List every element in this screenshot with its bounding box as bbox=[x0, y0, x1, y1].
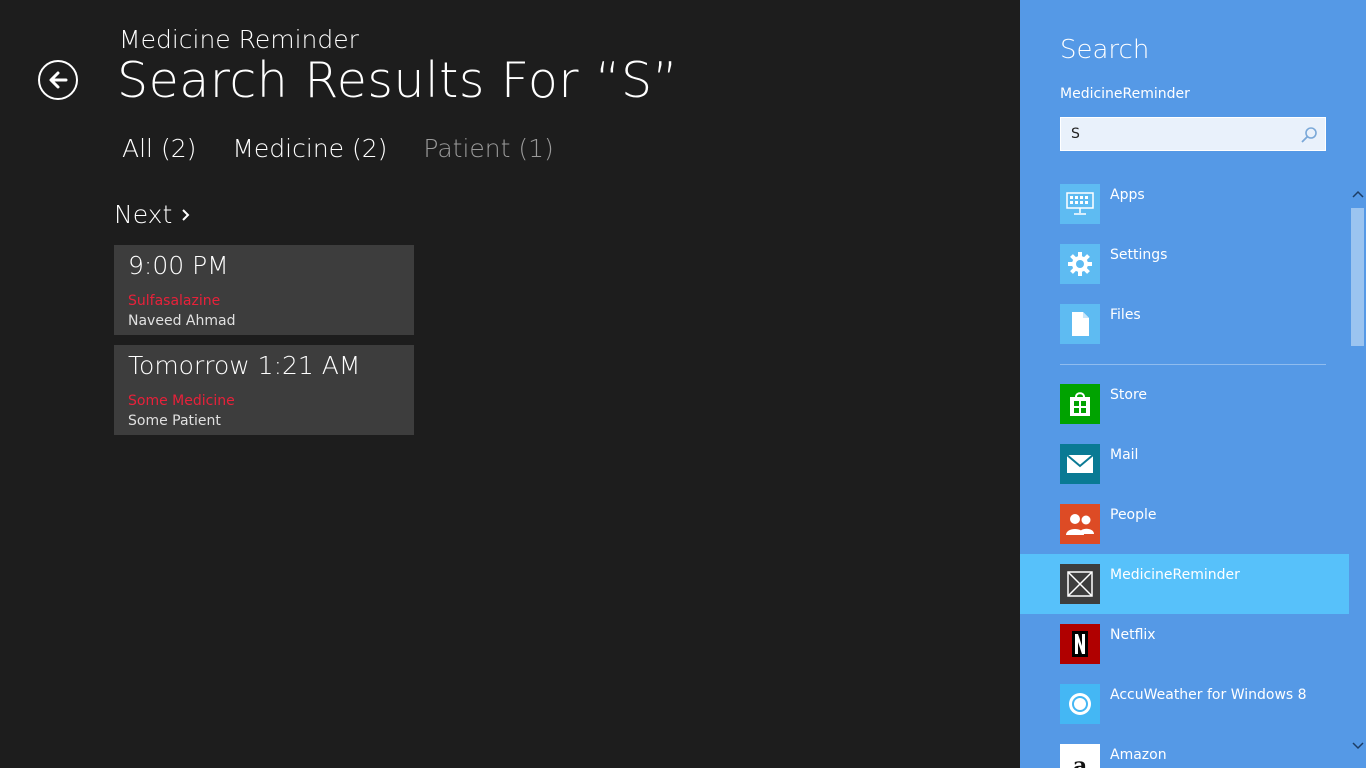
search-icon[interactable] bbox=[1299, 125, 1319, 145]
app-placeholder-icon bbox=[1060, 564, 1100, 604]
search-source-label: AccuWeather for Windows 8 bbox=[1110, 687, 1307, 703]
weather-icon bbox=[1060, 684, 1100, 724]
scroll-down-arrow-icon[interactable] bbox=[1349, 736, 1366, 756]
back-button[interactable] bbox=[38, 60, 78, 100]
search-input[interactable] bbox=[1071, 126, 1291, 142]
search-source-label: Amazon bbox=[1110, 747, 1167, 763]
search-source-amazon[interactable]: a Amazon bbox=[1020, 734, 1350, 768]
search-results-page: Medicine Reminder Search Results For “S”… bbox=[0, 0, 1020, 768]
search-source-label: Mail bbox=[1110, 447, 1139, 463]
search-source-label: Netflix bbox=[1110, 627, 1156, 643]
people-icon bbox=[1060, 504, 1100, 544]
search-source-netflix[interactable]: Netflix bbox=[1020, 614, 1350, 674]
search-source-files[interactable]: Files bbox=[1020, 294, 1350, 354]
scroll-thumb[interactable] bbox=[1351, 208, 1364, 346]
result-medicine: Some Medicine bbox=[128, 393, 235, 409]
search-source-label: MedicineReminder bbox=[1110, 567, 1240, 583]
search-source-mail[interactable]: Mail bbox=[1020, 434, 1350, 494]
search-source-people[interactable]: People bbox=[1020, 494, 1350, 554]
store-icon bbox=[1060, 384, 1100, 424]
search-scope[interactable]: MedicineReminder bbox=[1060, 86, 1190, 102]
result-patient: Some Patient bbox=[128, 413, 221, 429]
page-title: Search Results For “S” bbox=[117, 52, 679, 109]
scroll-up-arrow-icon[interactable] bbox=[1349, 184, 1366, 204]
file-icon bbox=[1060, 304, 1100, 344]
search-source-label: Apps bbox=[1110, 187, 1145, 203]
search-source-medicinereminder[interactable]: MedicineReminder bbox=[1020, 554, 1350, 614]
next-label: Next bbox=[114, 200, 173, 229]
search-box bbox=[1060, 117, 1326, 151]
search-pane-scrollbar[interactable] bbox=[1349, 176, 1366, 768]
filter-patient[interactable]: Patient (1) bbox=[423, 134, 553, 163]
search-source-accuweather[interactable]: AccuWeather for Windows 8 bbox=[1020, 674, 1350, 734]
search-source-apps[interactable]: Apps bbox=[1020, 174, 1350, 234]
amazon-icon: a bbox=[1060, 744, 1100, 768]
apps-icon bbox=[1060, 184, 1100, 224]
gear-icon bbox=[1060, 244, 1100, 284]
search-source-label: Store bbox=[1110, 387, 1148, 403]
search-pane-title: Search bbox=[1060, 35, 1150, 65]
result-patient: Naveed Ahmad bbox=[128, 313, 236, 329]
result-time: 9:00 PM bbox=[128, 251, 229, 280]
result-card[interactable]: 9:00 PM Sulfasalazine Naveed Ahmad bbox=[114, 245, 414, 335]
result-time: Tomorrow 1:21 AM bbox=[128, 351, 361, 380]
netflix-icon bbox=[1060, 624, 1100, 664]
filter-medicine[interactable]: Medicine (2) bbox=[232, 134, 387, 163]
mail-icon bbox=[1060, 444, 1100, 484]
back-arrow-icon bbox=[49, 71, 68, 89]
search-source-label: Settings bbox=[1110, 247, 1168, 263]
filter-tabs: All (2) Medicine (2) Patient (1) bbox=[122, 134, 554, 163]
search-source-label: People bbox=[1110, 507, 1157, 523]
search-source-store[interactable]: Store bbox=[1020, 374, 1350, 434]
search-charm-pane: Search MedicineReminder Apps bbox=[1020, 0, 1366, 768]
svg-text:a: a bbox=[1073, 753, 1087, 768]
result-medicine: Sulfasalazine bbox=[128, 293, 221, 309]
search-source-label: Files bbox=[1110, 307, 1141, 323]
result-card[interactable]: Tomorrow 1:21 AM Some Medicine Some Pati… bbox=[114, 345, 414, 435]
divider bbox=[1020, 354, 1350, 374]
filter-all[interactable]: All (2) bbox=[122, 134, 196, 163]
search-source-list: Apps Settings Files Store Mail People Me… bbox=[1020, 174, 1350, 768]
chevron-right-icon bbox=[182, 208, 190, 221]
next-link[interactable]: Next bbox=[114, 200, 192, 229]
search-source-settings[interactable]: Settings bbox=[1020, 234, 1350, 294]
app-name: Medicine Reminder bbox=[119, 25, 359, 54]
